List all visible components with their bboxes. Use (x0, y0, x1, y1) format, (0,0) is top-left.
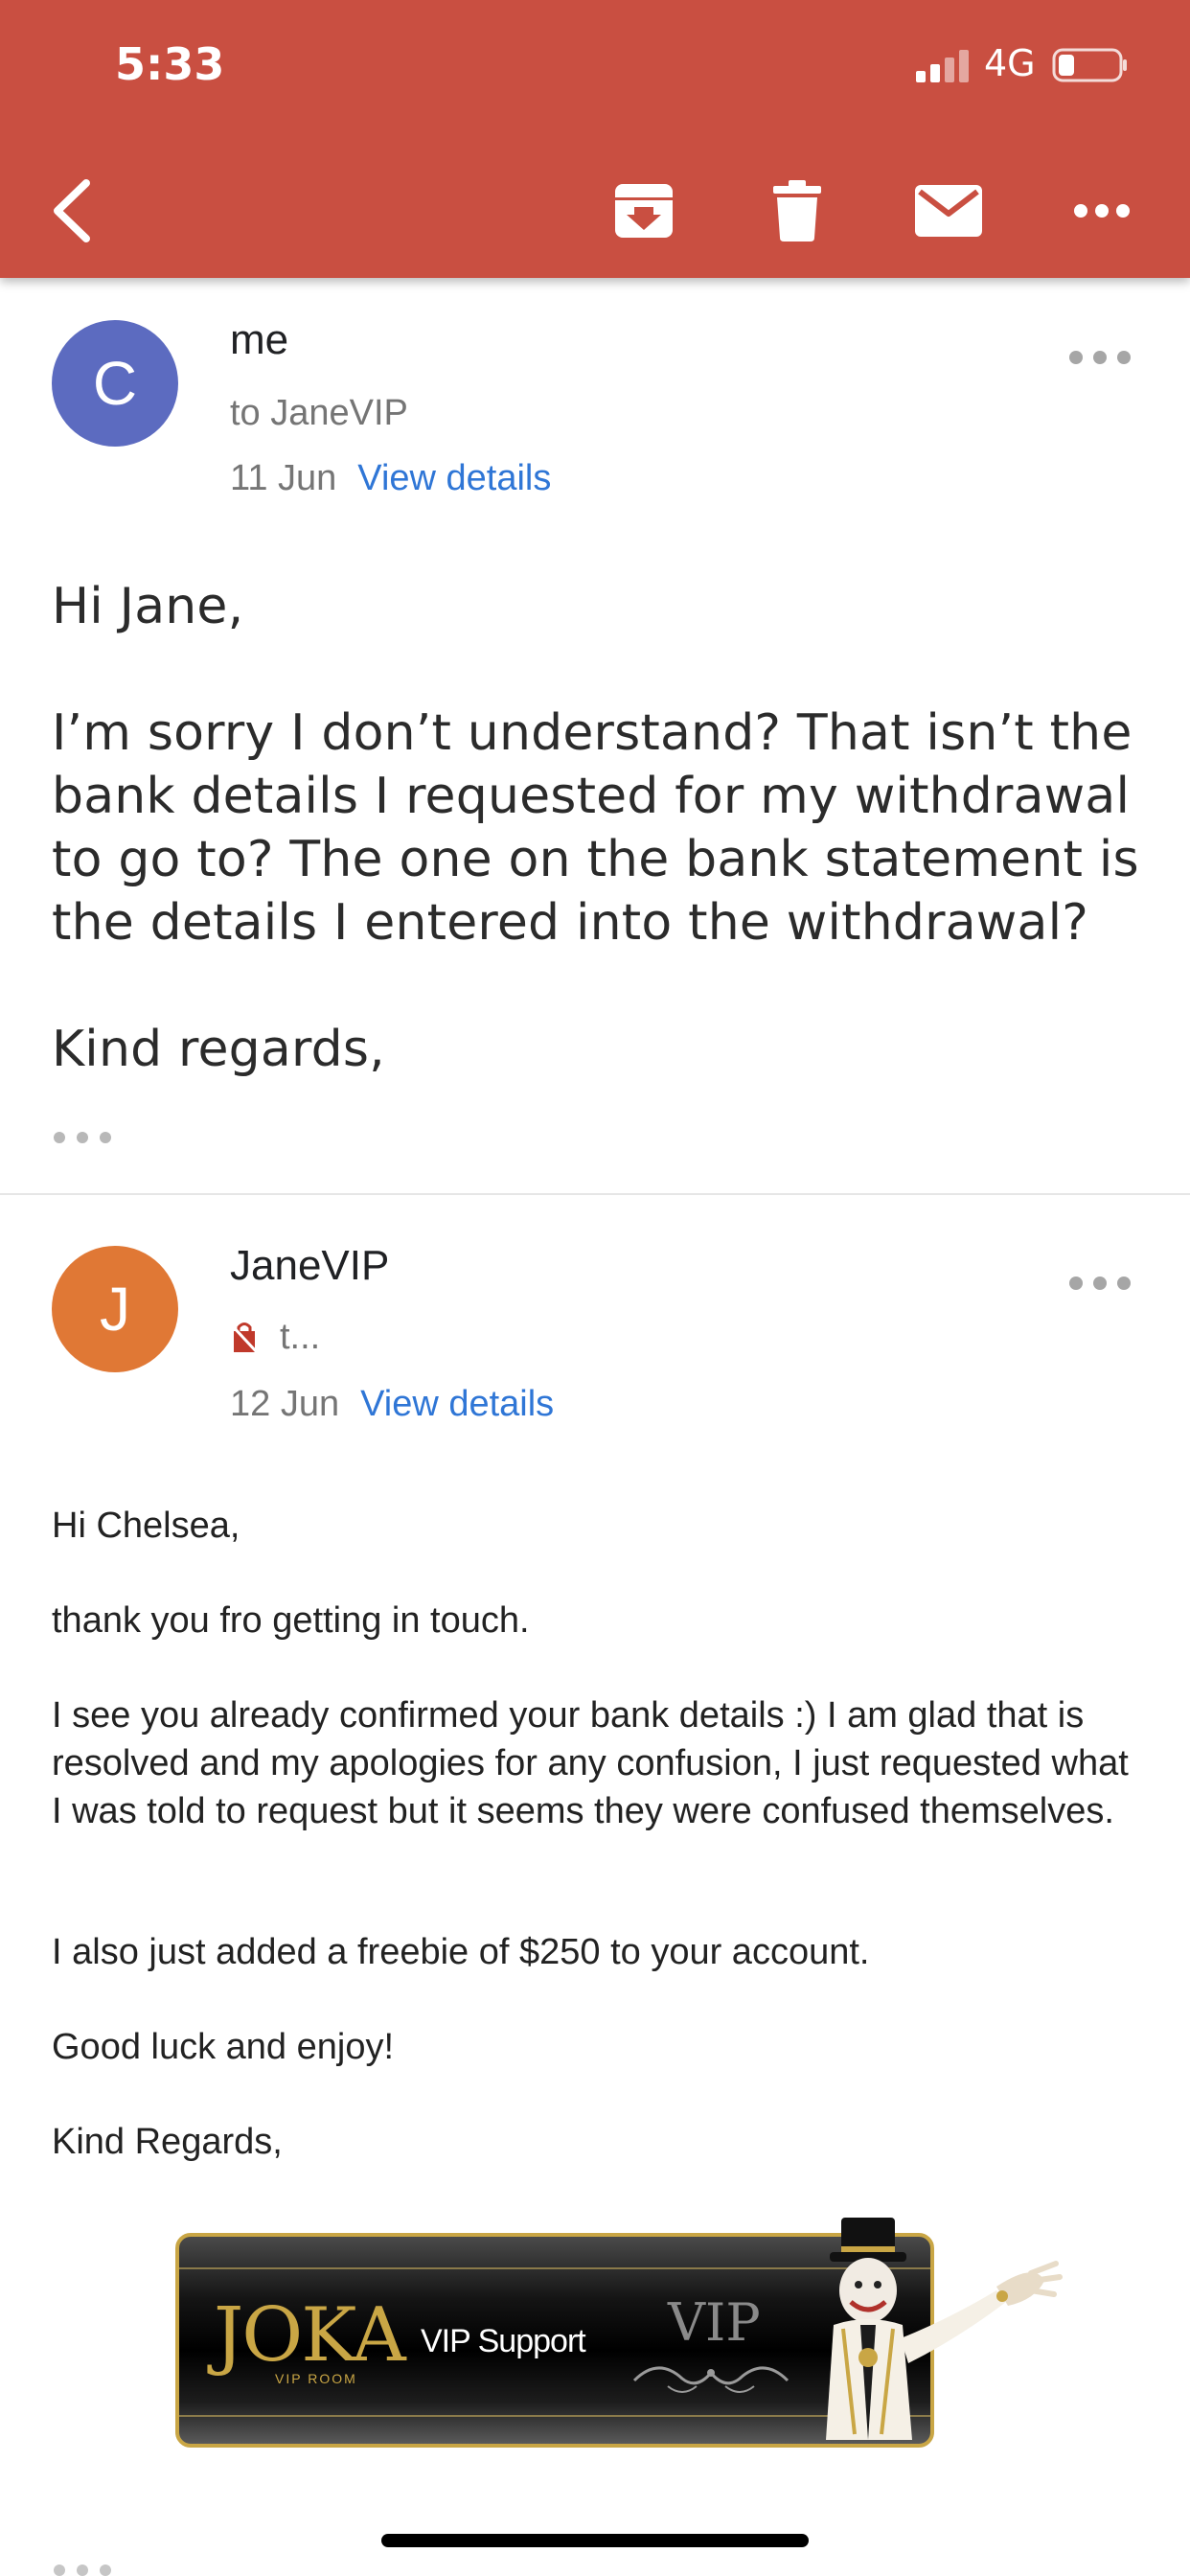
view-details-link[interactable]: View details (360, 1384, 554, 1425)
message-greeting: Hi Jane, (52, 578, 244, 635)
archive-button[interactable] (604, 172, 684, 249)
ornament-icon (632, 2366, 790, 2393)
message-signoff: Kind regards, (52, 1021, 385, 1078)
back-arrow-icon (54, 179, 90, 242)
date-row: 11 Jun View details (230, 458, 551, 499)
message-more-button[interactable] (1069, 1269, 1131, 1298)
view-details-link[interactable]: View details (357, 458, 551, 499)
joker-mascot-icon (826, 2218, 1063, 2440)
message-paragraph: I see you already confirmed your bank de… (52, 1695, 1129, 1831)
dot (1093, 1276, 1107, 1290)
dot (77, 1132, 88, 1143)
avatar[interactable]: C (52, 320, 178, 447)
date-row: 12 Jun View details (230, 1384, 554, 1425)
delete-button[interactable] (757, 172, 837, 249)
show-trimmed-button[interactable] (54, 2564, 111, 2576)
message-divider (0, 1193, 1190, 1195)
message-date: 11 Jun (230, 458, 337, 498)
dot (54, 1132, 65, 1143)
more-horizontal-icon (1074, 204, 1130, 218)
recipient-line: to JaneVIP (230, 393, 408, 433)
message-signoff: Kind Regards, (52, 2122, 283, 2162)
message-paragraph: I’m sorry I don’t understand? That isn’t… (52, 704, 1139, 952)
tag-icon (230, 1322, 259, 1353)
archive-icon (615, 184, 673, 238)
home-indicator[interactable] (381, 2534, 809, 2547)
network-label: 4G (984, 42, 1036, 84)
dot (1117, 351, 1131, 364)
vip-crest-text: VIP (668, 2292, 761, 2353)
dot (54, 2564, 65, 2576)
trash-icon (773, 180, 821, 242)
status-time: 5:33 (115, 38, 225, 90)
sender-name: JaneVIP (230, 1242, 390, 1289)
message-greeting: Hi Chelsea, (52, 1506, 240, 1546)
joka-logo-subtitle: VIP ROOM (275, 2371, 357, 2386)
recipient-row: t... (230, 1317, 320, 1358)
mail-icon (915, 185, 982, 237)
recipient-line: t... (280, 1317, 321, 1357)
app-bar: 5:33 4G (0, 0, 1190, 278)
avatar[interactable]: J (52, 1246, 178, 1372)
message-more-button[interactable] (1069, 343, 1131, 372)
more-options-button[interactable] (1062, 172, 1142, 249)
battery-icon (1052, 48, 1127, 82)
sender-name: me (230, 316, 289, 363)
dot (1069, 1276, 1083, 1290)
signal-strength-icon (916, 50, 969, 82)
dot (1093, 351, 1107, 364)
dot (1117, 1276, 1131, 1290)
vip-support-label: VIP Support (421, 2323, 586, 2359)
mark-unread-button[interactable] (908, 172, 989, 249)
dot (100, 2564, 111, 2576)
joka-logo: JOKA (214, 2292, 406, 2379)
message-line: Good luck and enjoy! (52, 2027, 395, 2067)
dot (1069, 351, 1083, 364)
message-date: 12 Jun (230, 1384, 340, 1424)
dot (100, 1132, 111, 1143)
back-button[interactable] (38, 172, 105, 249)
dot (77, 2564, 88, 2576)
message-line: thank you fro getting in touch. (52, 1600, 530, 1641)
message-line: I also just added a freebie of $250 to y… (52, 1932, 870, 1972)
show-trimmed-button[interactable] (54, 1126, 111, 1149)
